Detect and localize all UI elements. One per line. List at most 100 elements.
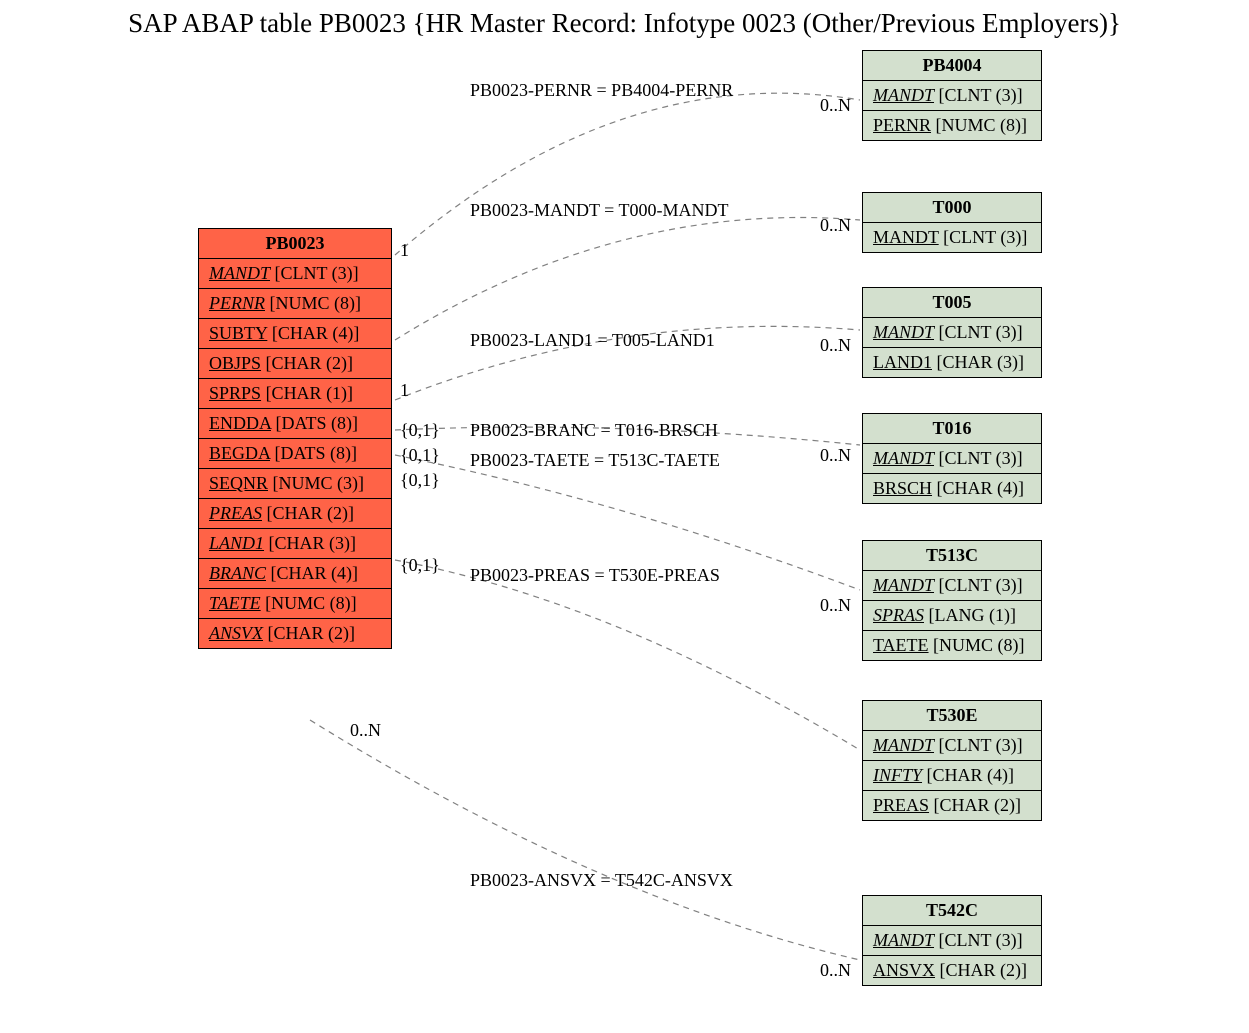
field-name: LAND1: [209, 533, 264, 553]
entity-pb0023-field: SEQNR [NUMC (3)]: [199, 469, 391, 499]
entity-field: SPRAS [LANG (1)]: [863, 601, 1041, 631]
field-type: [NUMC (8)]: [933, 635, 1025, 655]
cardinality-source: {0,1}: [400, 445, 440, 466]
relationship-label: PB0023-PERNR = PB4004-PERNR: [470, 80, 733, 101]
field-type: [CHAR (2)]: [934, 795, 1022, 815]
field-name: MANDT: [209, 263, 270, 283]
entity-pb4004: PB4004MANDT [CLNT (3)]PERNR [NUMC (8)]: [862, 50, 1042, 141]
field-name: BRANC: [209, 563, 266, 583]
field-type: [CHAR (4)]: [937, 478, 1025, 498]
cardinality-dest: 0..N: [820, 335, 851, 356]
entity-field: LAND1 [CHAR (3)]: [863, 348, 1041, 377]
field-name: MANDT: [873, 85, 934, 105]
entity-header: T542C: [863, 896, 1041, 926]
cardinality-dest: 0..N: [820, 595, 851, 616]
entity-field: BRSCH [CHAR (4)]: [863, 474, 1041, 503]
field-type: [NUMC (3)]: [273, 473, 365, 493]
field-name: BEGDA: [209, 443, 270, 463]
field-type: [CHAR (2)]: [266, 503, 354, 523]
field-name: PERNR: [873, 115, 931, 135]
field-type: [CHAR (2)]: [940, 960, 1028, 980]
entity-field: MANDT [CLNT (3)]: [863, 444, 1041, 474]
field-type: [CHAR (4)]: [927, 765, 1015, 785]
cardinality-dest: 0..N: [820, 95, 851, 116]
field-type: [CHAR (3)]: [937, 352, 1025, 372]
entity-t530e: T530EMANDT [CLNT (3)]INFTY [CHAR (4)]PRE…: [862, 700, 1042, 821]
relationship-label: PB0023-BRANC = T016-BRSCH: [470, 420, 718, 441]
cardinality-source: 1: [400, 240, 409, 261]
field-name: MANDT: [873, 575, 934, 595]
relationship-label: PB0023-MANDT = T000-MANDT: [470, 200, 729, 221]
entity-pb0023-field: TAETE [NUMC (8)]: [199, 589, 391, 619]
field-type: [CLNT (3)]: [943, 227, 1027, 247]
cardinality-source: {0,1}: [400, 420, 440, 441]
cardinality-source: 1: [400, 380, 409, 401]
entity-pb0023: PB0023 MANDT [CLNT (3)]PERNR [NUMC (8)]S…: [198, 228, 392, 649]
diagram-title: SAP ABAP table PB0023 {HR Master Record:…: [0, 8, 1249, 39]
field-name: MANDT: [873, 735, 934, 755]
entity-field: PERNR [NUMC (8)]: [863, 111, 1041, 140]
field-name: PREAS: [209, 503, 262, 523]
cardinality-source: {0,1}: [400, 470, 440, 491]
field-name: PERNR: [209, 293, 265, 313]
field-name: ENDDA: [209, 413, 271, 433]
field-type: [CLNT (3)]: [939, 930, 1023, 950]
field-name: BRSCH: [873, 478, 932, 498]
field-name: MANDT: [873, 322, 934, 342]
entity-pb0023-field: LAND1 [CHAR (3)]: [199, 529, 391, 559]
field-name: MANDT: [873, 227, 939, 247]
field-name: MANDT: [873, 448, 934, 468]
cardinality-dest: 0..N: [820, 445, 851, 466]
field-name: TAETE: [873, 635, 929, 655]
entity-field: INFTY [CHAR (4)]: [863, 761, 1041, 791]
field-name: LAND1: [873, 352, 932, 372]
field-name: SPRPS: [209, 383, 261, 403]
entity-field: MANDT [CLNT (3)]: [863, 318, 1041, 348]
entity-pb0023-field: PERNR [NUMC (8)]: [199, 289, 391, 319]
entity-t016: T016MANDT [CLNT (3)]BRSCH [CHAR (4)]: [862, 413, 1042, 504]
entity-field: ANSVX [CHAR (2)]: [863, 956, 1041, 985]
field-type: [CHAR (3)]: [269, 533, 357, 553]
field-name: PREAS: [873, 795, 929, 815]
field-type: [NUMC (8)]: [265, 593, 357, 613]
cardinality-dest: 0..N: [820, 215, 851, 236]
field-name: ANSVX: [873, 960, 935, 980]
field-type: [NUMC (8)]: [936, 115, 1028, 135]
entity-field: MANDT [CLNT (3)]: [863, 731, 1041, 761]
field-name: OBJPS: [209, 353, 261, 373]
relationship-label: PB0023-PREAS = T530E-PREAS: [470, 565, 720, 586]
entity-field: MANDT [CLNT (3)]: [863, 223, 1041, 252]
entity-field: MANDT [CLNT (3)]: [863, 571, 1041, 601]
field-type: [CLNT (3)]: [939, 735, 1023, 755]
field-type: [LANG (1)]: [929, 605, 1016, 625]
entity-header: T530E: [863, 701, 1041, 731]
entity-pb0023-field: BEGDA [DATS (8)]: [199, 439, 391, 469]
field-type: [CLNT (3)]: [939, 322, 1023, 342]
entity-pb0023-field: PREAS [CHAR (2)]: [199, 499, 391, 529]
field-name: SPRAS: [873, 605, 924, 625]
entity-field: MANDT [CLNT (3)]: [863, 926, 1041, 956]
entity-t000: T000MANDT [CLNT (3)]: [862, 192, 1042, 253]
field-type: [CHAR (1)]: [266, 383, 354, 403]
field-type: [CLNT (3)]: [275, 263, 359, 283]
entity-field: TAETE [NUMC (8)]: [863, 631, 1041, 660]
field-type: [DATS (8)]: [275, 443, 358, 463]
relationship-label: PB0023-LAND1 = T005-LAND1: [470, 330, 715, 351]
entity-pb0023-field: ANSVX [CHAR (2)]: [199, 619, 391, 648]
entity-t005: T005MANDT [CLNT (3)]LAND1 [CHAR (3)]: [862, 287, 1042, 378]
field-type: [DATS (8)]: [276, 413, 359, 433]
cardinality-dest: 0..N: [820, 960, 851, 981]
entity-t513c: T513CMANDT [CLNT (3)]SPRAS [LANG (1)]TAE…: [862, 540, 1042, 661]
field-name: ANSVX: [209, 623, 263, 643]
entity-header: T000: [863, 193, 1041, 223]
field-type: [CHAR (4)]: [272, 323, 360, 343]
field-name: SUBTY: [209, 323, 267, 343]
entity-pb0023-field: MANDT [CLNT (3)]: [199, 259, 391, 289]
relationship-label: PB0023-TAETE = T513C-TAETE: [470, 450, 720, 471]
field-type: [CLNT (3)]: [939, 85, 1023, 105]
cardinality-source: {0,1}: [400, 555, 440, 576]
entity-field: PREAS [CHAR (2)]: [863, 791, 1041, 820]
entity-pb0023-field: OBJPS [CHAR (2)]: [199, 349, 391, 379]
field-name: TAETE: [209, 593, 261, 613]
entity-pb0023-field: BRANC [CHAR (4)]: [199, 559, 391, 589]
